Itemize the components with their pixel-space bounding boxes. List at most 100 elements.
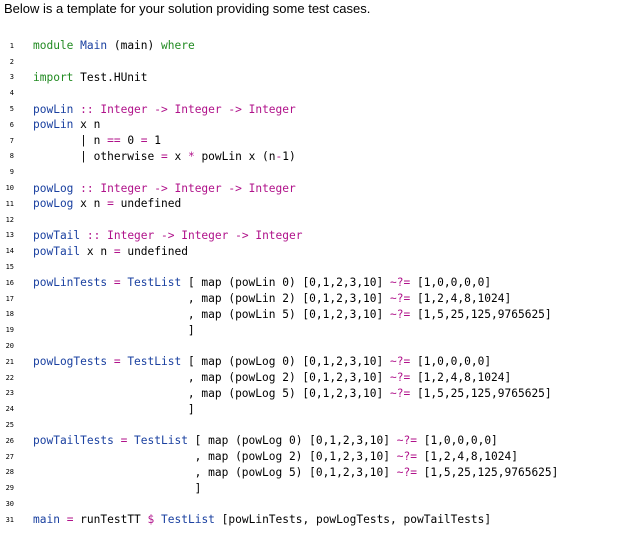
code-token: ~?=: [396, 450, 417, 464]
code-token: [1,5,25,125,9765625]: [410, 307, 552, 321]
code-token: 1: [147, 134, 162, 148]
code-token: [ map (powLog 0) [0,1,2,3,10]: [181, 355, 391, 369]
code-text: , map (powLog 5) [0,1,2,3,10] ~?= [1,5,2…: [33, 387, 552, 400]
code-line: 22 , map (powLog 2) [0,1,2,3,10] ~?= [1,…: [0, 370, 636, 386]
code-token: =: [107, 276, 128, 290]
code-line: 9: [0, 164, 636, 180]
code-token: ]: [33, 481, 202, 495]
code-text: powTail x n = undefined: [33, 245, 188, 258]
line-number: 25: [5, 421, 14, 430]
code-token: Integer: [248, 102, 296, 116]
line-number: 22: [5, 373, 14, 382]
code-token: [1,2,4,8,1024]: [410, 292, 512, 306]
code-text: ]: [33, 403, 195, 416]
code-text: powLin x n: [33, 118, 100, 131]
code-line: 13 powTail :: Integer -> Integer -> Integ…: [0, 228, 636, 244]
line-number: 20: [5, 342, 14, 351]
code-token: powLog: [33, 181, 74, 195]
intro-text: Below is a template for your solution pr…: [4, 1, 371, 16]
code-token: ~?=: [390, 355, 411, 369]
code-token: ~?=: [389, 386, 411, 400]
code-line: 18 , map (powLin 5) [0,1,2,3,10] ~?= [1,…: [0, 307, 636, 323]
code-token: *: [187, 149, 195, 163]
code-token: , map (powLin 2) [0,1,2,3,10]: [33, 292, 390, 306]
code-token: [1,2,4,8,1024]: [410, 371, 512, 385]
code-token: ~?=: [389, 292, 411, 306]
code-token: [1,5,25,125,9765625]: [410, 386, 552, 400]
code-token: , map (powLog 5) [0,1,2,3,10]: [33, 386, 390, 400]
line-number: 1: [9, 41, 14, 50]
code-token: Integer: [174, 181, 222, 195]
code-token: , map (powLog 2) [0,1,2,3,10]: [33, 450, 397, 464]
line-number: 19: [5, 326, 14, 335]
code-token: [powLinTests, powLogTests, powTailTests]: [214, 513, 492, 527]
code-token: ~?=: [389, 307, 411, 321]
code-text: | otherwise = x * powLin x (n-1): [33, 150, 296, 163]
code-token: [1,0,0,0,0]: [410, 355, 492, 369]
code-token: ->: [221, 181, 249, 195]
code-token: TestList: [134, 434, 188, 448]
line-number: 14: [5, 247, 14, 256]
code-text: ]: [33, 481, 202, 495]
line-number: 9: [9, 168, 14, 177]
code-line: 15: [0, 259, 636, 275]
code-token: , map (powLog 5) [0,1,2,3,10]: [33, 465, 397, 479]
code-token: Integer: [181, 228, 229, 242]
code-text: , map (powLog 2) [0,1,2,3,10] ~?= [1,2,4…: [33, 450, 518, 463]
code-token: ::: [73, 102, 101, 116]
code-token: ::: [73, 181, 101, 195]
code-token: ->: [228, 228, 256, 242]
line-number: 31: [5, 515, 14, 524]
code-line: 8 | otherwise = x * powLin x (n-1): [0, 149, 636, 165]
code-token: Test.HUnit: [80, 70, 148, 84]
code-token: =: [107, 355, 128, 369]
code-text: powLog x n = undefined: [33, 197, 181, 210]
code-token: ==: [107, 134, 121, 148]
code-token: =: [140, 134, 148, 148]
line-number: 18: [5, 310, 14, 319]
code-token: =: [59, 513, 81, 527]
code-token: =: [113, 244, 121, 258]
code-token: Integer: [174, 102, 222, 116]
code-line: 21 powLogTests = TestList [ map (powLog 0…: [0, 354, 636, 370]
line-number: 5: [9, 105, 14, 114]
code-token: module: [33, 39, 81, 53]
code-token: (main): [107, 39, 161, 53]
code-token: import: [33, 70, 81, 84]
code-token: ]: [33, 323, 195, 337]
line-number: 13: [5, 231, 14, 240]
code-text: powLin :: Integer -> Integer -> Integer: [33, 103, 296, 116]
code-token: Integer: [100, 181, 148, 195]
line-number: 3: [9, 73, 14, 82]
line-number: 26: [5, 436, 14, 445]
code-token: x n: [73, 118, 101, 132]
code-line: 10 powLog :: Integer -> Integer -> Intege…: [0, 180, 636, 196]
line-number: 6: [9, 120, 14, 129]
code-text: powTailTests = TestList [ map (powLog 0)…: [33, 434, 498, 447]
code-token: TestList: [127, 355, 182, 369]
code-token: [1,0,0,0,0]: [410, 276, 492, 290]
line-number: 7: [9, 136, 14, 145]
code-token: =: [160, 149, 168, 163]
code-line: 30: [0, 496, 636, 512]
line-number: 2: [9, 57, 14, 66]
code-text: , map (powLog 5) [0,1,2,3,10] ~?= [1,5,2…: [33, 465, 559, 479]
code-line: 14 powTail x n = undefined: [0, 243, 636, 259]
code-token: main: [33, 513, 60, 527]
line-number: 17: [5, 294, 14, 303]
code-text: powLog :: Integer -> Integer -> Integer: [33, 182, 296, 195]
code-line: 19 ]: [0, 322, 636, 338]
code-token: Integer: [107, 228, 155, 242]
code-line: 31 main = runTestTT $ TestList [powLinTes…: [0, 512, 636, 528]
code-text: , map (powLog 2) [0,1,2,3,10] ~?= [1,2,4…: [33, 371, 511, 384]
code-line: 11 powLog x n = undefined: [0, 196, 636, 212]
code-token: Main: [80, 39, 108, 53]
code-line: 23 , map (powLog 5) [0,1,2,3,10] ~?= [1,…: [0, 386, 636, 402]
line-number: 23: [5, 389, 14, 398]
code-line: 4: [0, 85, 636, 101]
code-line: 28 , map (powLog 5) [0,1,2,3,10] ~?= [1,…: [0, 465, 636, 481]
code-listing: 1 module Main (main) where 2 3 import Test.H…: [0, 38, 636, 528]
code-token: [1,5,25,125,9765625]: [416, 465, 559, 479]
code-token: [ map (powLin 0) [0,1,2,3,10]: [181, 276, 391, 290]
code-token: | n: [33, 134, 108, 148]
